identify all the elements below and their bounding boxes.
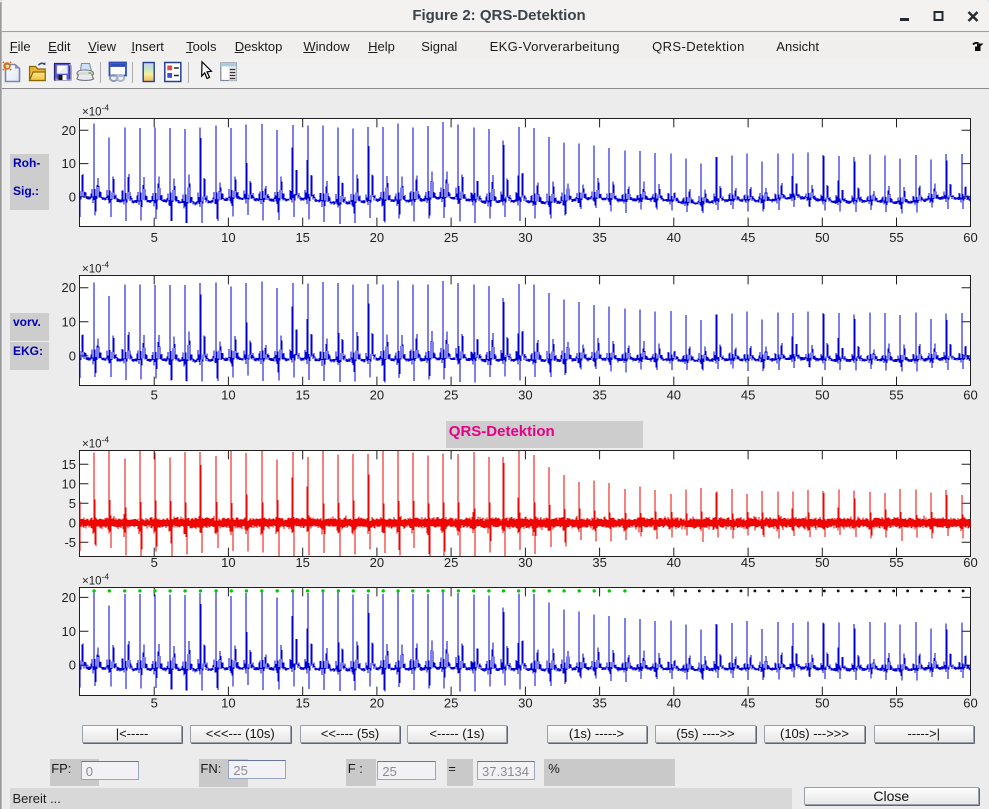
- svg-text:25: 25: [444, 555, 458, 570]
- svg-text:35: 35: [592, 230, 606, 245]
- svg-text:0: 0: [69, 348, 76, 363]
- svg-text:5: 5: [151, 388, 158, 403]
- svg-text:10: 10: [62, 476, 76, 491]
- svg-text:60: 60: [963, 230, 977, 245]
- svg-text:25: 25: [444, 695, 458, 710]
- svg-text:×10-4: ×10-4: [82, 103, 109, 119]
- svg-text:30: 30: [518, 230, 532, 245]
- svg-text:55: 55: [889, 388, 903, 403]
- svg-text:5: 5: [151, 695, 158, 710]
- svg-text:55: 55: [889, 230, 903, 245]
- svg-text:55: 55: [889, 555, 903, 570]
- svg-text:50: 50: [815, 555, 829, 570]
- svg-text:5: 5: [151, 555, 158, 570]
- svg-text:50: 50: [815, 695, 829, 710]
- svg-text:45: 45: [741, 555, 755, 570]
- svg-text:40: 40: [667, 555, 681, 570]
- svg-text:20: 20: [370, 388, 384, 403]
- svg-text:55: 55: [889, 695, 903, 710]
- svg-text:30: 30: [518, 555, 532, 570]
- svg-text:0: 0: [69, 658, 76, 673]
- svg-text:10: 10: [221, 555, 235, 570]
- svg-text:10: 10: [221, 388, 235, 403]
- svg-text:40: 40: [667, 230, 681, 245]
- svg-text:15: 15: [295, 230, 309, 245]
- svg-text:45: 45: [741, 695, 755, 710]
- svg-text:50: 50: [815, 230, 829, 245]
- svg-text:20: 20: [62, 280, 76, 295]
- svg-text:40: 40: [667, 695, 681, 710]
- svg-text:20: 20: [370, 695, 384, 710]
- svg-text:35: 35: [592, 388, 606, 403]
- svg-text:30: 30: [518, 388, 532, 403]
- svg-text:10: 10: [62, 314, 76, 329]
- svg-text:5: 5: [69, 496, 76, 511]
- svg-text:50: 50: [815, 388, 829, 403]
- svg-text:15: 15: [295, 695, 309, 710]
- svg-text:15: 15: [62, 457, 76, 472]
- svg-text:15: 15: [295, 388, 309, 403]
- svg-text:45: 45: [741, 388, 755, 403]
- svg-text:15: 15: [295, 555, 309, 570]
- svg-text:×10-4: ×10-4: [82, 435, 109, 451]
- svg-text:20: 20: [370, 555, 384, 570]
- svg-text:45: 45: [741, 230, 755, 245]
- svg-text:0: 0: [69, 515, 76, 530]
- svg-text:40: 40: [667, 388, 681, 403]
- svg-text:60: 60: [963, 695, 977, 710]
- svg-text:25: 25: [444, 388, 458, 403]
- svg-text:25: 25: [444, 230, 458, 245]
- svg-text:10: 10: [62, 624, 76, 639]
- svg-text:5: 5: [151, 230, 158, 245]
- svg-text:×10-4: ×10-4: [82, 572, 109, 588]
- svg-text:20: 20: [370, 230, 384, 245]
- svg-text:20: 20: [62, 123, 76, 138]
- svg-text:60: 60: [963, 388, 977, 403]
- svg-text:35: 35: [592, 695, 606, 710]
- svg-text:10: 10: [221, 230, 235, 245]
- svg-text:×10-4: ×10-4: [82, 260, 109, 276]
- svg-text:-5: -5: [64, 535, 76, 550]
- svg-text:60: 60: [963, 555, 977, 570]
- svg-text:35: 35: [592, 555, 606, 570]
- svg-text:10: 10: [62, 156, 76, 171]
- svg-text:0: 0: [69, 189, 76, 204]
- svg-text:30: 30: [518, 695, 532, 710]
- svg-text:20: 20: [62, 590, 76, 605]
- svg-text:10: 10: [221, 695, 235, 710]
